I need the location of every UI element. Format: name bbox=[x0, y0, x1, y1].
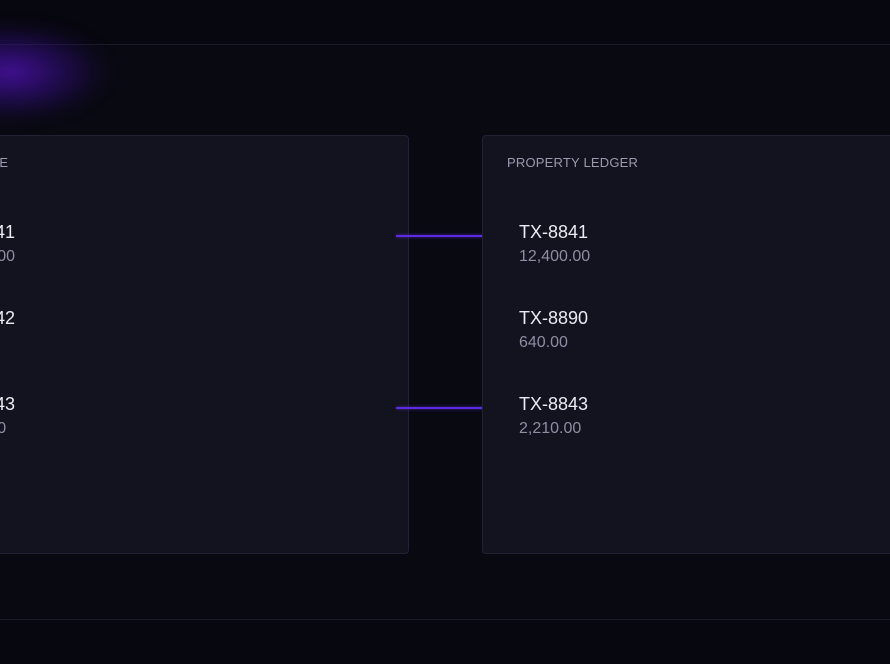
match-connector-line bbox=[396, 235, 495, 237]
top-bar bbox=[0, 0, 890, 45]
source-entry-amount: 50 bbox=[0, 333, 15, 353]
ledger-entry-tx: TX-8843 bbox=[519, 394, 589, 414]
property-ledger-title: PROPERTY LEDGER bbox=[507, 155, 639, 170]
ledger-entry-amount: 640.00 bbox=[519, 334, 568, 351]
ledger-entry-amount: 2,210.00 bbox=[519, 420, 582, 437]
source-entry-amount: 00.00 bbox=[0, 248, 16, 265]
ledger-entry[interactable]: TX-8841 12,400.00 bbox=[519, 221, 590, 267]
ledger-entry-amount: 12,400.00 bbox=[519, 248, 591, 265]
source-entry[interactable]: 8842 50 bbox=[0, 307, 15, 353]
match-connector-line bbox=[396, 407, 495, 409]
source-entry-tx: 8842 bbox=[0, 308, 16, 328]
bottom-bar bbox=[0, 620, 890, 664]
source-entry[interactable]: 8841 00.00 bbox=[0, 221, 15, 267]
ledger-entry-tx: TX-8841 bbox=[519, 222, 589, 242]
ledger-entry[interactable]: TX-8843 2,210.00 bbox=[519, 393, 588, 439]
ledger-entry[interactable]: TX-8890 640.00 bbox=[519, 307, 588, 353]
source-entry-tx: 8841 bbox=[0, 222, 16, 242]
source-entry-amount: 0.00 bbox=[0, 420, 7, 437]
source-entry[interactable]: 8843 0.00 bbox=[0, 393, 15, 439]
property-ledger-panel: PROPERTY LEDGER TX-8841 12,400.00 TX-889… bbox=[482, 135, 890, 554]
source-panel-title: FILE bbox=[0, 155, 9, 170]
source-panel: FILE 8841 00.00 8842 50 8843 0.00 bbox=[0, 135, 409, 554]
ledger-entry-tx: TX-8890 bbox=[519, 308, 589, 328]
source-entry-tx: 8843 bbox=[0, 394, 16, 414]
reconciliation-view: FILE 8841 00.00 8842 50 8843 0.00 PROPER… bbox=[0, 0, 890, 664]
